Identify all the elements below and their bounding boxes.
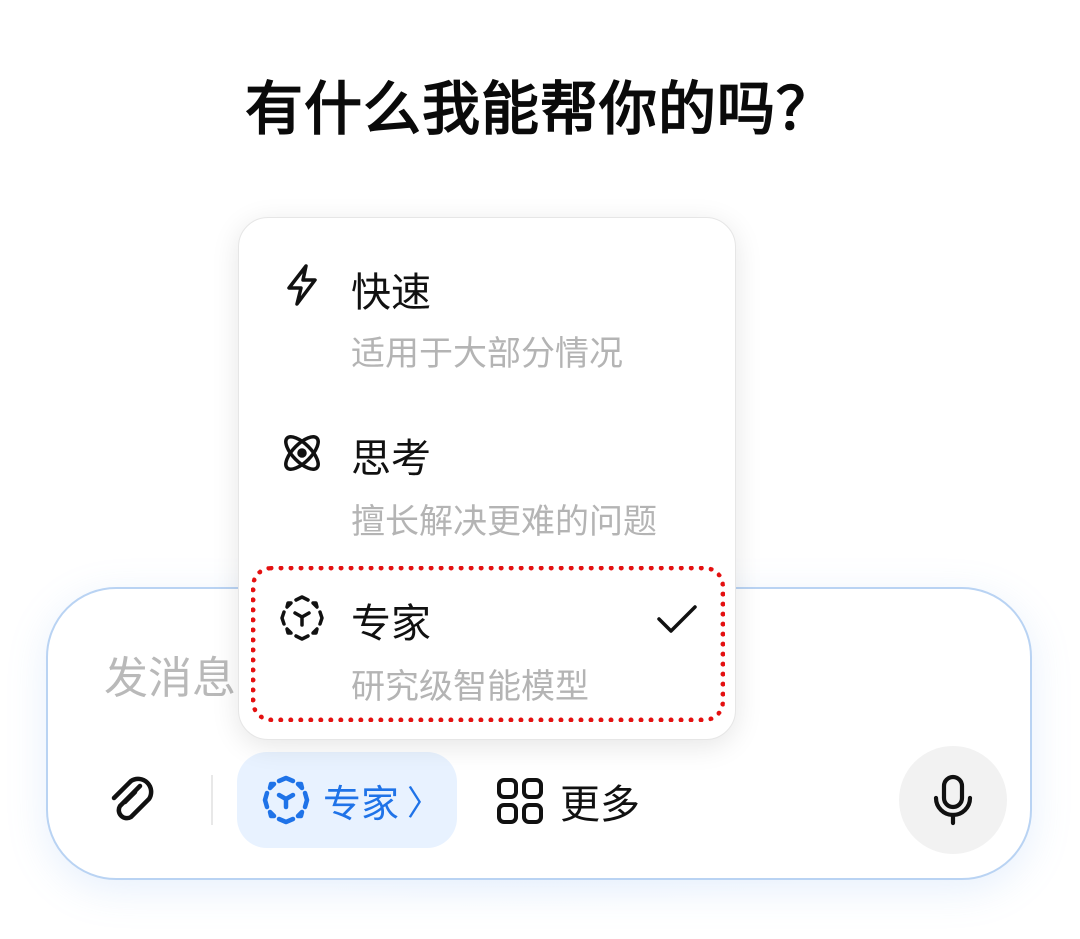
page-title: 有什么我能帮你的吗？ [244,75,835,143]
microphone-button[interactable] [899,746,1007,854]
chevron-right-icon: 〉 [407,783,442,824]
mode-option-desc: 擅长解决更难的问题 [351,502,657,542]
mode-option-name: 思考 [351,436,431,482]
paperclip-icon[interactable] [104,772,162,830]
lightning-icon [279,262,325,308]
mode-option-name: 快速 [351,270,431,316]
more-label: 更多 [560,782,640,828]
microphone-icon [929,774,977,826]
more-button[interactable]: 更多 [496,772,640,830]
toolbar-divider [211,775,213,825]
mode-selector-label: 专家 [323,781,400,826]
expert-cube-icon [261,775,311,825]
grid-icon [496,777,544,825]
atom-icon [279,430,325,476]
mode-option-fast[interactable]: 快速 适用于大部分情况 [239,258,737,378]
mode-selector-button[interactable]: 专家 〉 [237,752,457,848]
mode-option-think[interactable]: 思考 擅长解决更难的问题 [239,426,737,546]
selection-highlight-outline [251,566,725,722]
message-input-placeholder[interactable]: 发消息 [104,642,236,706]
mode-option-desc: 适用于大部分情况 [351,334,623,374]
